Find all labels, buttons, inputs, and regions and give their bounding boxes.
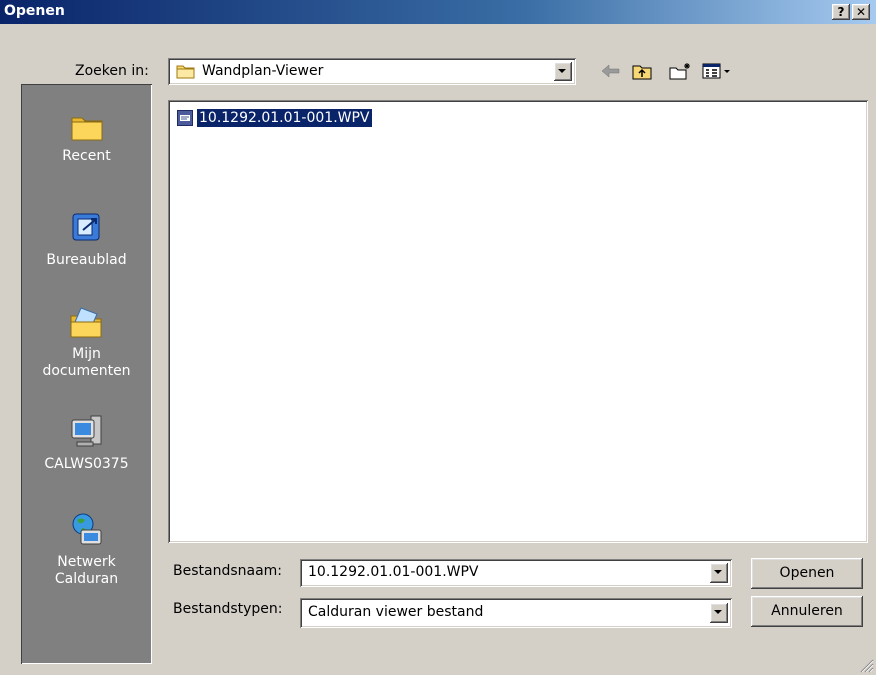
new-folder-button[interactable] (668, 62, 692, 84)
lookin-label: Zoeken in: (75, 63, 149, 79)
new-folder-icon (669, 63, 690, 80)
place-recent[interactable]: Recent (21, 112, 152, 165)
up-folder-icon (632, 65, 652, 80)
view-menu-button[interactable] (702, 62, 732, 84)
lookin-value: Wandplan-Viewer (202, 63, 324, 79)
close-button[interactable]: ✕ (852, 4, 870, 20)
my-computer-icon (71, 415, 101, 447)
help-button[interactable]: ? (832, 4, 850, 20)
filename-label: Bestandsnaam: (173, 563, 282, 579)
network-icon (72, 513, 101, 545)
window-title: Openen (4, 3, 65, 19)
recent-folder-icon (71, 117, 102, 141)
place-my-computer[interactable]: CALWS0375 (21, 414, 152, 473)
filename-combobox[interactable]: 10.1292.01.01-001.WPV (300, 559, 732, 587)
filetype-value: Calduran viewer bestand (308, 604, 484, 620)
place-recent-label: Recent (62, 148, 111, 164)
place-desktop[interactable]: Bureaublad (21, 210, 152, 269)
place-network-label: Netwerk Calduran (54, 554, 119, 587)
back-button[interactable] (600, 62, 622, 84)
title-bar[interactable]: Openen ? ✕ (0, 0, 876, 24)
filetype-dropdown[interactable]: Calduran viewer bestand (300, 598, 732, 628)
place-my-documents-label: Mijn documenten (42, 346, 131, 379)
place-my-documents[interactable]: Mijn documenten (21, 304, 152, 380)
lookin-dropdown[interactable]: Wandplan-Viewer (168, 58, 576, 85)
filename-label-text: Bestandsnaam: (173, 563, 283, 579)
filetype-label: Bestandstypen: (173, 601, 283, 617)
up-folder-button[interactable] (631, 62, 653, 84)
filetype-label-text: Bestandstypen: (173, 601, 283, 617)
filetype-dropdown-button[interactable] (710, 603, 728, 623)
back-icon (601, 64, 620, 78)
cancel-button[interactable]: Annuleren (751, 596, 863, 627)
wpv-file-icon (177, 110, 193, 126)
place-my-computer-label: CALWS0375 (44, 456, 129, 472)
resize-grip-icon[interactable] (858, 657, 874, 673)
place-network[interactable]: Netwerk Calduran (21, 512, 152, 588)
filename-dropdown-button[interactable] (710, 563, 728, 583)
file-name: 10.1292.01.01-001.WPV (196, 108, 373, 128)
lookin-label-text: Zoeken in: (75, 63, 149, 79)
folder-icon (176, 65, 195, 79)
lookin-dropdown-button[interactable] (554, 62, 572, 81)
file-list[interactable]: 10.1292.01.01-001.WPV (168, 100, 868, 543)
view-menu-icon (702, 63, 730, 79)
place-desktop-label: Bureaublad (46, 252, 127, 268)
filename-input[interactable]: 10.1292.01.01-001.WPV (308, 564, 479, 580)
open-button[interactable]: Openen (751, 558, 863, 589)
my-documents-icon (70, 307, 101, 338)
desktop-icon (72, 213, 99, 241)
places-bar: Recent Bureaublad Mijn documenten CALWS0… (21, 84, 152, 664)
